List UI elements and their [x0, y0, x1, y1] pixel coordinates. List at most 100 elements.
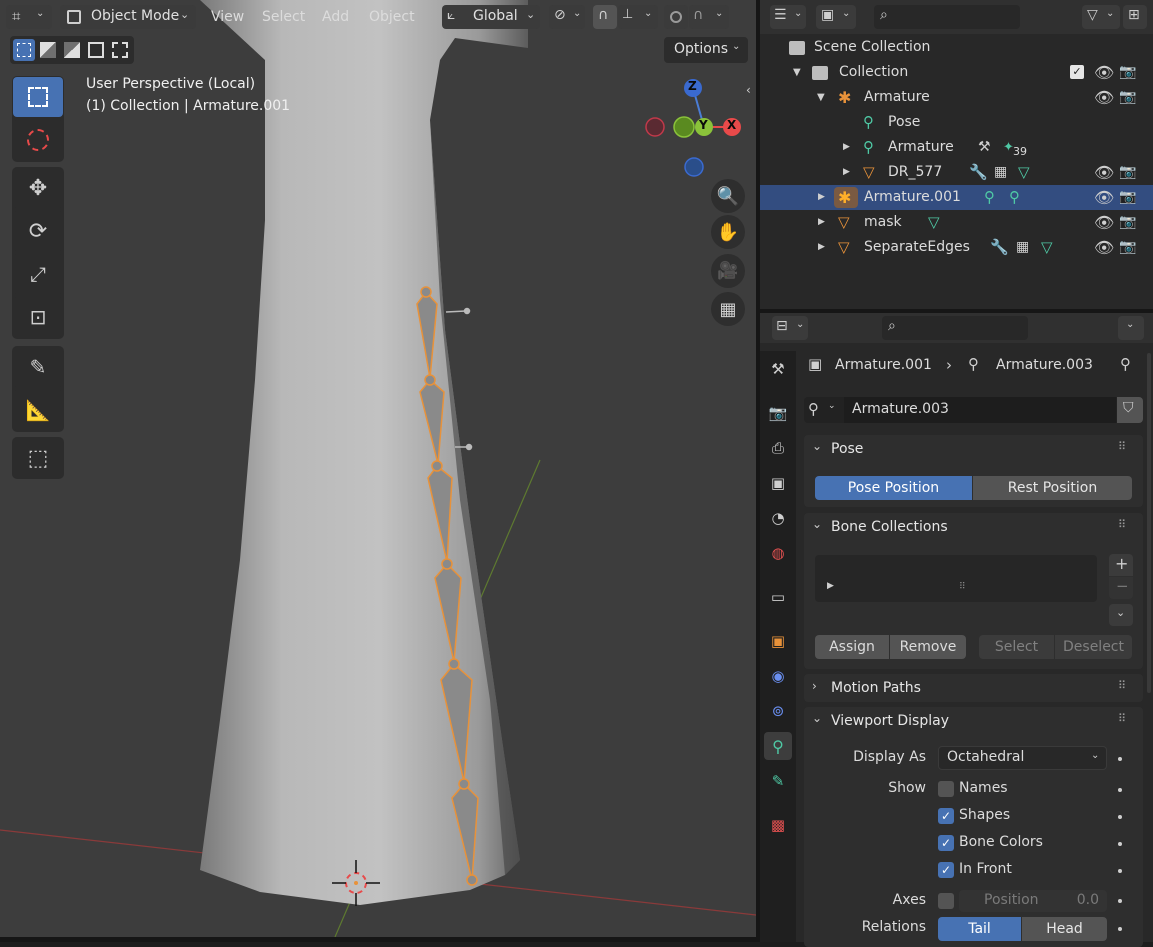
keyframe-dot-icon[interactable] [1118, 869, 1122, 873]
remove-collection-button[interactable]: − [1109, 577, 1133, 599]
menu-select[interactable]: Select [262, 5, 305, 29]
properties-editor-type-button[interactable]: ⊟ ⌄ [772, 316, 808, 340]
drag-handle-icon[interactable]: ⠿ [1118, 679, 1126, 692]
filter-dropdown[interactable]: ▽ ⌄ [1082, 5, 1120, 29]
drag-handle-icon[interactable]: ⠿ [1118, 712, 1126, 725]
eye-icon[interactable]: 👁 [1094, 185, 1114, 210]
outliner-editor-type-button[interactable]: ☰ ⌄ [770, 5, 806, 29]
outliner-row-pose[interactable]: ⚲ Pose [760, 110, 1153, 135]
cursor-tool[interactable] [13, 120, 63, 160]
bone-collections-panel-header[interactable]: ⌄ Bone Collections ⠿ [804, 513, 1143, 541]
axes-checkbox[interactable] [938, 893, 954, 909]
pin-icon[interactable]: ⚲ [1120, 355, 1131, 373]
outliner-row-armature[interactable]: ▼ ✱ Armature 👁 📷 [760, 85, 1153, 110]
motion-paths-panel[interactable]: › Motion Paths ⠿ [804, 674, 1143, 702]
tab-output[interactable]: ⎙ [764, 434, 792, 462]
transform-tool[interactable]: ⊡ [13, 297, 63, 337]
add-collection-button[interactable]: + [1109, 554, 1133, 576]
camera-icon[interactable]: 📷 [1119, 60, 1136, 85]
mode-dropdown[interactable]: Object Mode ⌄ [60, 5, 196, 29]
expand-right-icon[interactable]: ▶ [818, 235, 825, 260]
display-as-dropdown[interactable]: Octahedral ⌄ [938, 746, 1107, 770]
expand-right-icon[interactable]: ▶ [843, 160, 850, 185]
exclude-checkbox[interactable]: ✓ [1070, 65, 1084, 79]
drag-handle-icon[interactable]: ⠿ [1118, 440, 1126, 453]
bone-colors-checkbox[interactable]: ✓ [938, 835, 954, 851]
menu-view[interactable]: View [211, 5, 244, 29]
select-subtract-icon[interactable] [64, 42, 80, 58]
new-collection-button[interactable]: ⊞ [1123, 5, 1147, 29]
drag-handle-icon[interactable]: ⠿ [1118, 518, 1126, 531]
expand-down-icon[interactable]: ▼ [817, 85, 825, 110]
eye-icon[interactable]: 👁 [1094, 160, 1114, 185]
perspective-toggle-button[interactable]: ▦ [711, 292, 745, 326]
expand-right-icon[interactable]: ▶ [843, 135, 850, 160]
bone-collections-list[interactable]: ▶ ⠿ [815, 555, 1097, 602]
transform-orientation-dropdown[interactable]: ⟀ Global ⌄ [442, 5, 540, 29]
pan-button[interactable]: ✋ [711, 215, 745, 249]
camera-icon[interactable]: 📷 [1119, 210, 1136, 235]
proportional-edit-toggle[interactable] [664, 5, 688, 29]
select-invert-icon[interactable] [88, 42, 104, 58]
select-intersect-icon[interactable] [112, 42, 128, 58]
camera-icon[interactable]: 📷 [1119, 160, 1136, 185]
move-tool[interactable]: ✥ [13, 168, 63, 208]
viewport-display-panel-header[interactable]: ⌄ Viewport Display ⠿ [804, 707, 1143, 735]
tab-collection[interactable]: ▭ [764, 583, 792, 611]
pose-panel-header[interactable]: ⌄ Pose ⠿ [804, 435, 1143, 463]
keyframe-dot-icon[interactable] [1118, 788, 1122, 792]
zoom-button[interactable]: 🔍 [711, 179, 745, 213]
in-front-checkbox[interactable]: ✓ [938, 862, 954, 878]
tab-bone[interactable]: ✎ [764, 767, 792, 795]
expand-right-icon[interactable]: ▶ [827, 581, 834, 591]
options-dropdown[interactable]: Options ⌄ [664, 37, 748, 63]
keyframe-dot-icon[interactable] [1118, 899, 1122, 903]
tab-texture[interactable]: ▩ [764, 811, 792, 839]
scale-tool[interactable]: ⤢ [13, 254, 63, 294]
datablock-name-field[interactable]: Armature.003 [844, 397, 1116, 423]
list-resize-icon[interactable]: ⠿ [959, 582, 966, 592]
tab-world[interactable]: ◍ [764, 539, 792, 567]
properties-search-input[interactable]: ⌕ [882, 316, 1028, 340]
eye-icon[interactable]: 👁 [1094, 235, 1114, 260]
tab-scene[interactable]: ◔ [764, 504, 792, 532]
axes-position-field[interactable]: Position 0.0 [959, 890, 1107, 912]
outliner-row-armature-data[interactable]: ▶ ⚲ Armature ⚒ ✦ 39 [760, 135, 1153, 160]
relations-head-button[interactable]: Head [1022, 917, 1107, 941]
tab-constraints[interactable]: ⊚ [764, 697, 792, 725]
tab-modifiers[interactable]: ◉ [764, 662, 792, 690]
assign-button[interactable]: Assign [815, 635, 889, 659]
eye-icon[interactable]: 👁 [1094, 210, 1114, 235]
menu-object[interactable]: Object [369, 5, 415, 29]
tab-view-layer[interactable]: ▣ [764, 469, 792, 497]
collection-specials-button[interactable]: ⌄ [1109, 604, 1133, 626]
outliner-row-collection[interactable]: ▼ Collection ✓ 👁 📷 [760, 60, 1153, 85]
keyframe-dot-icon[interactable] [1118, 757, 1122, 761]
select-extend-icon[interactable] [40, 42, 56, 58]
camera-view-button[interactable]: 🎥 [711, 254, 745, 288]
expand-right-icon[interactable]: ▶ [818, 185, 825, 210]
properties-scrollbar[interactable] [1147, 353, 1151, 693]
names-checkbox[interactable] [938, 781, 954, 797]
outliner-row-armature-001[interactable]: ▶ ✱ Armature.001 ⚲ ⚲ 👁 📷 [760, 185, 1153, 210]
keyframe-dot-icon[interactable] [1118, 842, 1122, 846]
annotate-tool[interactable]: ✎ [13, 347, 63, 387]
rotate-tool[interactable]: ⟳ [13, 211, 63, 251]
editor-type-button[interactable]: ⌗ ⌄ [6, 5, 52, 29]
tab-tool[interactable]: ⚒ [764, 355, 792, 383]
outliner-row-scene-collection[interactable]: Scene Collection [760, 35, 1153, 60]
datablock-selector[interactable]: ⚲ ⌄ Armature.003 ⛉ [804, 397, 1143, 423]
select-new-button[interactable] [13, 39, 35, 61]
add-cube-tool[interactable]: ⬚ [13, 438, 63, 478]
snap-target-dropdown[interactable]: ⊥ ⌄ [618, 5, 658, 29]
measure-tool[interactable]: 📐 [13, 390, 63, 430]
outliner-row-dr577[interactable]: ▶ ▽ DR_577 🔧 ▦ ▽ 👁 📷 [760, 160, 1153, 185]
camera-icon[interactable]: 📷 [1119, 185, 1136, 210]
snap-toggle[interactable]: ∩ [593, 5, 617, 29]
pose-position-button[interactable]: Pose Position [815, 476, 972, 500]
menu-add[interactable]: Add [322, 5, 349, 29]
display-mode-dropdown[interactable]: ▣ ⌄ [816, 5, 856, 29]
select-button[interactable]: Select [979, 635, 1054, 659]
outliner-row-mask[interactable]: ▶ ▽ mask ▽ 👁 📷 [760, 210, 1153, 235]
remove-button[interactable]: Remove [890, 635, 966, 659]
